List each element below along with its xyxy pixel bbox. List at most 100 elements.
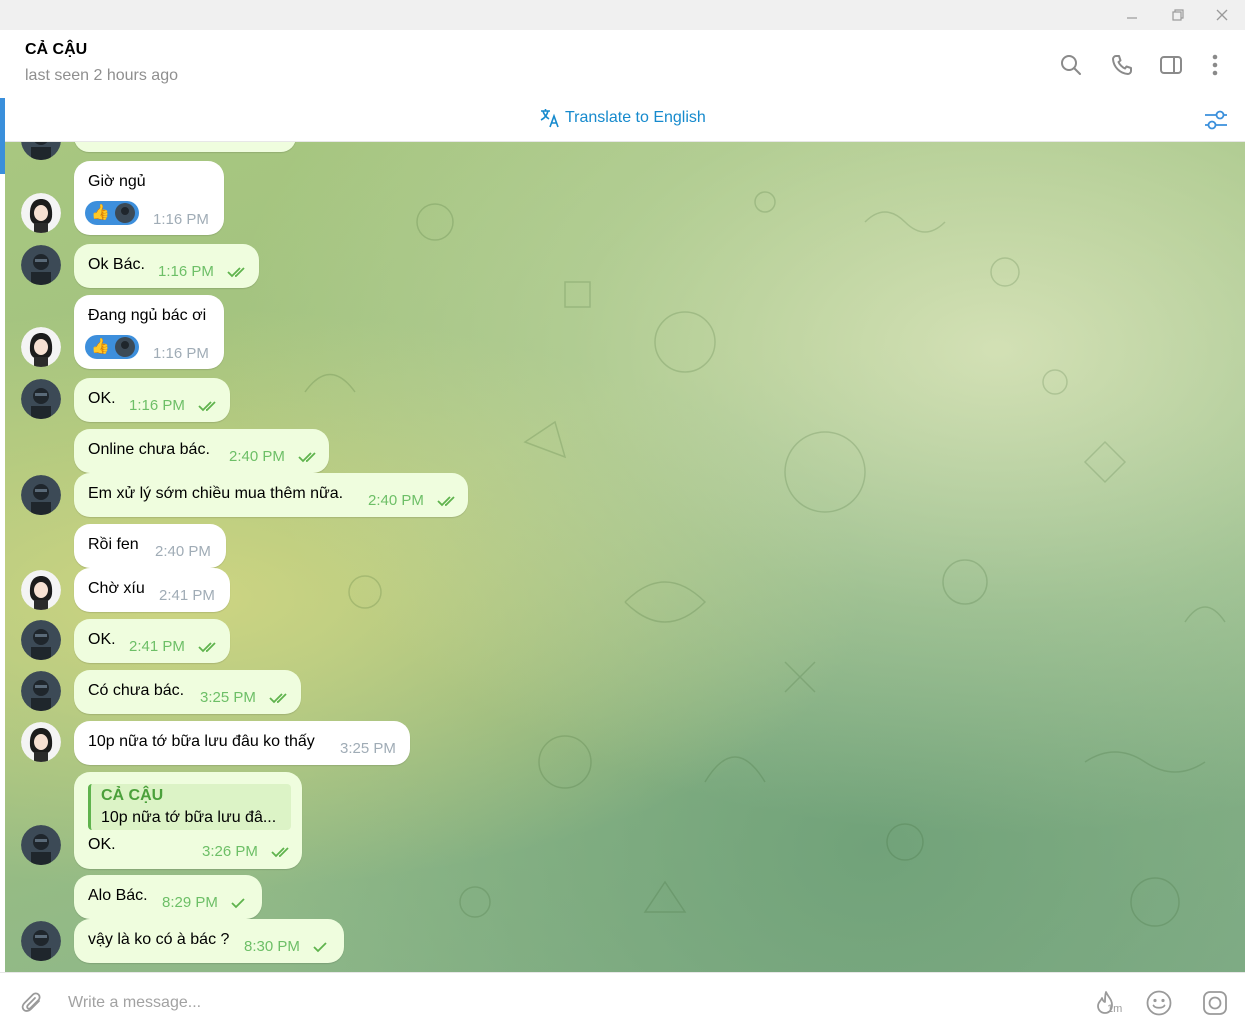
restore-button[interactable] [1155, 0, 1201, 30]
message-bubble-incoming[interactable]: Giờ ngủ 👍 1:16 PM [74, 161, 224, 235]
translate-settings-icon [1205, 110, 1227, 130]
chat-status: last seen 2 hours ago [25, 67, 178, 84]
avatar-self[interactable] [21, 245, 61, 285]
translate-settings-button[interactable] [1203, 108, 1229, 132]
reply-author: CẢ CẬU [101, 787, 164, 804]
message-time: 3:25 PM [200, 689, 256, 706]
message-time: 2:40 PM [229, 448, 285, 465]
message-text: 10p nữa tớ bữa lưu đâu ko thấy [88, 733, 315, 750]
message-bubble-incoming[interactable]: 10p nữa tớ bữa lưu đâu ko thấy 3:25 PM [74, 721, 410, 765]
attach-button[interactable] [17, 987, 49, 1019]
message-time: 3:26 PM [202, 843, 258, 860]
close-button[interactable] [1199, 0, 1245, 30]
reaction-badge[interactable]: 👍 [85, 201, 139, 225]
chat-header[interactable]: CẢ CẬU last seen 2 hours ago [0, 30, 1245, 99]
message-time: 1:16 PM [129, 397, 185, 414]
reply-preview[interactable]: CẢ CẬU 10p nữa tớ bữa lưu đâ... [88, 784, 291, 830]
attach-icon [21, 992, 41, 1012]
avatar-self[interactable] [21, 825, 61, 865]
schedule-timer-button[interactable]: 1m [1088, 987, 1124, 1019]
chat-title[interactable]: CẢ CẬU [25, 41, 87, 59]
reactor-avatar [115, 337, 135, 357]
message-bubble-outgoing[interactable]: Em xử lý sớm chiều mua thêm nữa. 2:40 PM [74, 473, 468, 517]
timer-label: 1m [1107, 1003, 1123, 1015]
avatar-self[interactable] [21, 671, 61, 711]
emoji-icon [1146, 990, 1172, 1016]
avatar-self[interactable] [21, 475, 61, 515]
message-text: Đang ngủ bác ơi [88, 307, 207, 324]
message-bubble-incoming[interactable]: Chờ xíu 2:41 PM [74, 568, 230, 612]
message-bubble-outgoing-reply[interactable]: CẢ CẬU 10p nữa tớ bữa lưu đâ... OK. 3:26… [74, 772, 302, 869]
camera-icon [1203, 991, 1227, 1015]
translate-label: Translate to English [565, 109, 706, 126]
call-button[interactable] [1107, 50, 1137, 80]
sidebar-toggle-icon [1160, 56, 1182, 74]
message-text: OK. [88, 631, 116, 648]
message-text: Ok Bác. [88, 256, 145, 273]
message-time: 3:25 PM [340, 740, 396, 757]
message-bubble-outgoing[interactable]: Có chưa bác. 3:25 PM [74, 670, 301, 714]
message-list[interactable]: Giờ ngủ 👍 1:16 PM Ok Bác. 1:16 PM Đang n… [5, 142, 1245, 972]
message-bubble-incoming[interactable]: Rồi fen 2:40 PM [74, 524, 226, 568]
check-icon [313, 942, 327, 953]
message-time: 2:40 PM [155, 543, 211, 560]
message-time: 8:29 PM [162, 894, 218, 911]
avatar-self[interactable] [21, 620, 61, 660]
message-text: Em xử lý sớm chiều mua thêm nữa. [88, 485, 344, 502]
avatar-contact[interactable] [21, 327, 61, 367]
double-check-icon [437, 496, 455, 507]
message-bubble-outgoing[interactable]: vậy là ko có à bác ? 8:30 PM [74, 919, 344, 963]
avatar-contact[interactable] [21, 570, 61, 610]
message-time: 2:40 PM [368, 492, 424, 509]
message-bubble-outgoing[interactable]: OK. 1:16 PM [74, 378, 230, 422]
reaction-emoji: 👍 [91, 204, 110, 221]
message-bubble-incoming[interactable]: Đang ngủ bác ơi 👍 1:16 PM [74, 295, 224, 369]
message-time: 1:16 PM [153, 211, 209, 228]
double-check-icon [269, 693, 287, 704]
double-check-icon [198, 401, 216, 412]
avatar-contact[interactable] [21, 722, 61, 762]
message-text: Có chưa bác. [88, 682, 185, 699]
message-text: Chờ xíu [88, 580, 145, 597]
double-check-icon [198, 642, 216, 653]
message-time: 1:16 PM [158, 263, 214, 280]
reaction-badge[interactable]: 👍 [85, 335, 139, 359]
message-time: 1:16 PM [153, 345, 209, 362]
double-check-icon [271, 847, 289, 858]
search-icon [1061, 55, 1081, 75]
message-text: vậy là ko có à bác ? [88, 931, 230, 948]
translate-icon [540, 109, 559, 128]
avatar-contact[interactable] [21, 193, 61, 233]
phone-icon [1112, 55, 1132, 75]
message-bubble-partial[interactable] [74, 142, 296, 152]
sidebar-toggle-button[interactable] [1156, 50, 1186, 80]
reply-text: 10p nữa tớ bữa lưu đâ... [101, 809, 277, 826]
message-input[interactable] [66, 989, 970, 1017]
message-time: 2:41 PM [129, 638, 185, 655]
message-bubble-outgoing[interactable]: Alo Bác. 8:29 PM [74, 875, 262, 919]
message-composer: 1m [0, 972, 1245, 1033]
minimize-button[interactable] [1109, 0, 1155, 30]
message-bubble-outgoing[interactable]: OK. 2:41 PM [74, 619, 230, 663]
reactor-avatar [115, 203, 135, 223]
minimize-icon [1127, 17, 1137, 19]
window-titlebar [0, 0, 1245, 30]
avatar-self[interactable] [21, 379, 61, 419]
message-text: Alo Bác. [88, 887, 148, 904]
message-bubble-outgoing[interactable]: Online chưa bác. 2:40 PM [74, 429, 329, 473]
emoji-button[interactable] [1143, 987, 1175, 1019]
search-button[interactable] [1056, 50, 1086, 80]
camera-button[interactable] [1199, 987, 1231, 1019]
message-bubble-outgoing[interactable]: Ok Bác. 1:16 PM [74, 244, 259, 288]
message-time: 2:41 PM [159, 587, 215, 604]
translate-button[interactable]: Translate to English [539, 107, 706, 129]
message-time: 8:30 PM [244, 938, 300, 955]
reaction-emoji: 👍 [91, 338, 110, 355]
more-button[interactable] [1200, 50, 1230, 80]
check-icon [231, 898, 245, 909]
translate-bar: Translate to English [0, 98, 1245, 142]
avatar-self[interactable] [21, 921, 61, 961]
close-icon [1216, 9, 1228, 21]
double-check-icon [227, 267, 245, 278]
double-check-icon [298, 452, 316, 463]
